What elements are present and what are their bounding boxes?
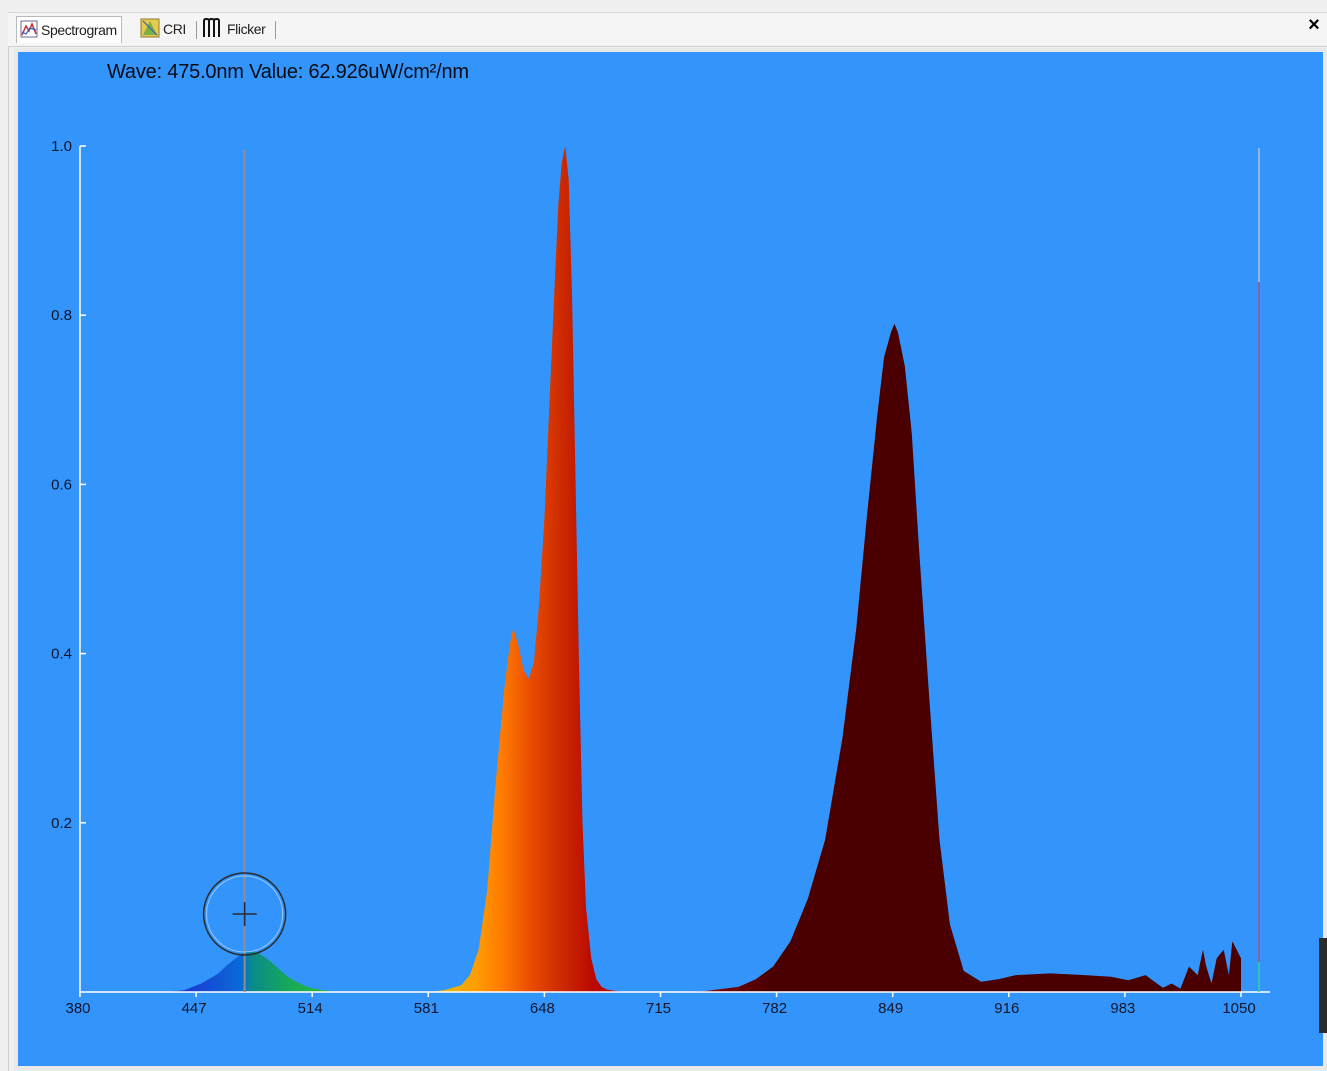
x-tick-label: 1050 — [1222, 1000, 1255, 1017]
y-tick-label: 0.8 — [51, 307, 72, 324]
x-tick-label: 648 — [530, 1000, 555, 1017]
x-tick-label: 916 — [994, 1000, 1019, 1017]
y-tick-label: 0.4 — [51, 646, 72, 663]
scrollbar-thumb[interactable] — [1319, 938, 1327, 1033]
y-tick-label: 1.0 — [51, 138, 72, 155]
x-tick-label: 514 — [298, 1000, 323, 1017]
x-tick-label: 715 — [646, 1000, 671, 1017]
y-tick-label: 0.2 — [51, 815, 72, 832]
x-tick-label: 380 — [65, 1000, 90, 1017]
spectrum-area — [80, 146, 1241, 992]
y-tick-label: 0.6 — [51, 476, 72, 493]
x-tick-label: 983 — [1110, 1000, 1135, 1017]
x-tick-label: 581 — [414, 1000, 439, 1017]
spectrum-chart[interactable]: 0.2 0.4 0.6 0.8 1.0 380 447 514 581 648 715 782 849 9… — [0, 0, 1327, 1071]
x-tick-label: 447 — [182, 1000, 207, 1017]
x-tick-label: 849 — [878, 1000, 903, 1017]
x-tick-label: 782 — [762, 1000, 787, 1017]
